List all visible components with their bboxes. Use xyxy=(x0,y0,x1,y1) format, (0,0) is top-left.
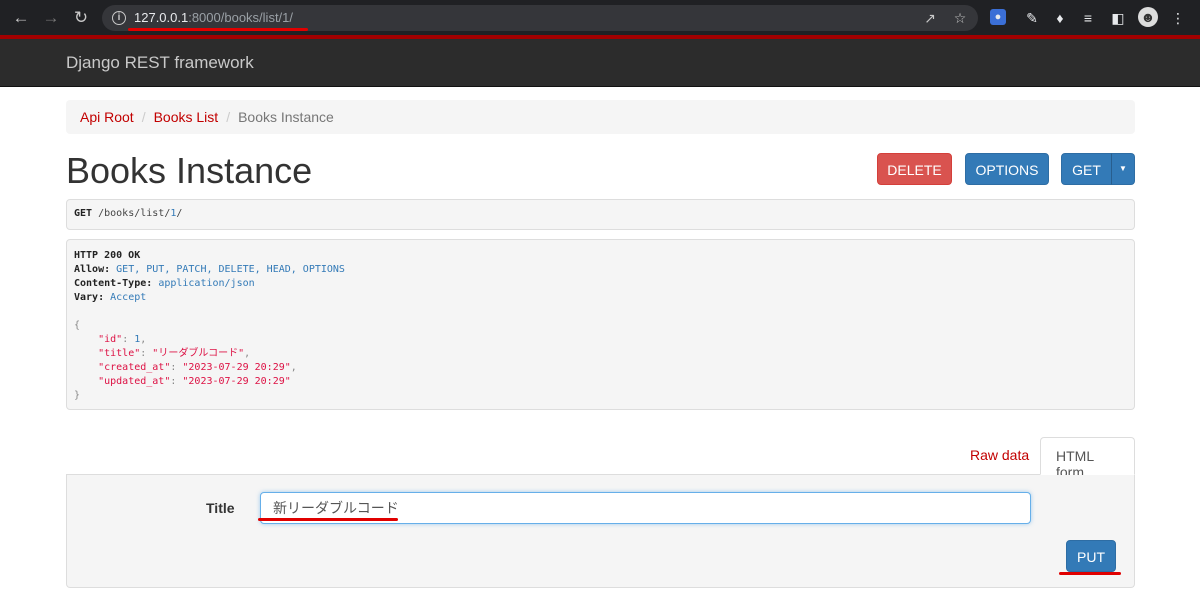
menu-kebab-icon[interactable]: ⋮ xyxy=(1168,8,1188,28)
request-info: GET /books/list/1/ xyxy=(66,199,1135,230)
tab-html-form[interactable]: HTML form xyxy=(1040,437,1135,480)
json-key-title: "title" xyxy=(98,348,141,359)
content-type-value: application/json xyxy=(158,278,255,289)
caret-down-icon: ▼ xyxy=(1119,164,1127,173)
reading-list-icon[interactable]: ≡ xyxy=(1078,8,1098,28)
breadcrumb: Api Root / Books List / Books Instance xyxy=(66,100,1135,134)
bookmark-star-icon[interactable]: ☆ xyxy=(950,8,970,28)
puzzle-extensions-icon[interactable]: ♦ xyxy=(1050,8,1070,28)
back-arrow-icon[interactable]: ← xyxy=(10,7,32,29)
json-key-created-at: "created_at" xyxy=(98,362,171,373)
get-button[interactable]: GET xyxy=(1061,153,1112,185)
allow-header-value: GET, PUT, PATCH, DELETE, HEAD, OPTIONS xyxy=(116,264,345,275)
breadcrumb-separator: / xyxy=(141,109,146,125)
json-key-id: "id" xyxy=(98,334,123,345)
profile-avatar[interactable]: ☻ xyxy=(1138,7,1158,27)
navbar: Django REST framework xyxy=(0,39,1200,87)
breadcrumb-separator: / xyxy=(226,109,231,125)
json-key-updated-at: "updated_at" xyxy=(98,376,171,387)
annotation-underline-url xyxy=(128,28,308,31)
breadcrumb-current: Books Instance xyxy=(238,109,334,125)
request-method: GET xyxy=(74,208,93,219)
extension-shield-icon[interactable]: ● xyxy=(990,9,1006,25)
pen-extension-icon[interactable]: ✎ xyxy=(1022,8,1042,28)
tab-raw-data[interactable]: Raw data xyxy=(955,437,1044,475)
json-open-brace: { xyxy=(74,320,81,331)
share-icon[interactable]: ↗ xyxy=(920,8,940,28)
options-button[interactable]: OPTIONS xyxy=(965,153,1049,185)
annotation-underline-put xyxy=(1059,572,1121,575)
content-type-label: Content-Type: xyxy=(74,278,153,289)
forward-arrow-icon[interactable]: → xyxy=(40,7,62,29)
response-info: HTTP 200 OK Allow: GET, PUT, PATCH, DELE… xyxy=(66,239,1135,410)
annotation-underline-input xyxy=(258,518,398,521)
request-path: /books/list/ xyxy=(98,208,171,219)
url-text[interactable]: 127.0.0.1:8000/books/list/1/ xyxy=(134,10,293,25)
navbar-brand[interactable]: Django REST framework xyxy=(66,53,254,73)
delete-button[interactable]: DELETE xyxy=(877,153,952,185)
json-value-created-at: "2023-07-29 20:29" xyxy=(182,362,291,373)
breadcrumb-books-list[interactable]: Books List xyxy=(154,109,219,125)
info-icon[interactable]: i xyxy=(112,11,126,25)
request-trailing-slash: / xyxy=(176,208,183,219)
breadcrumb-api-root[interactable]: Api Root xyxy=(80,109,134,125)
get-format-dropdown-toggle[interactable]: ▼ xyxy=(1111,153,1135,185)
side-panel-icon[interactable]: ◧ xyxy=(1108,8,1128,28)
vary-label: Vary: xyxy=(74,292,105,303)
vary-value: Accept xyxy=(110,292,147,303)
response-status: HTTP 200 OK xyxy=(74,250,141,261)
json-close-brace: } xyxy=(74,390,81,401)
json-value-updated-at: "2023-07-29 20:29" xyxy=(182,376,291,387)
allow-header-label: Allow: xyxy=(74,264,111,275)
title-field-label: Title xyxy=(206,500,235,516)
reload-icon[interactable]: ↻ xyxy=(70,7,92,29)
page-title: Books Instance xyxy=(66,150,313,191)
put-button[interactable]: PUT xyxy=(1066,540,1116,572)
json-value-title: "リーダブルコード" xyxy=(152,348,245,359)
